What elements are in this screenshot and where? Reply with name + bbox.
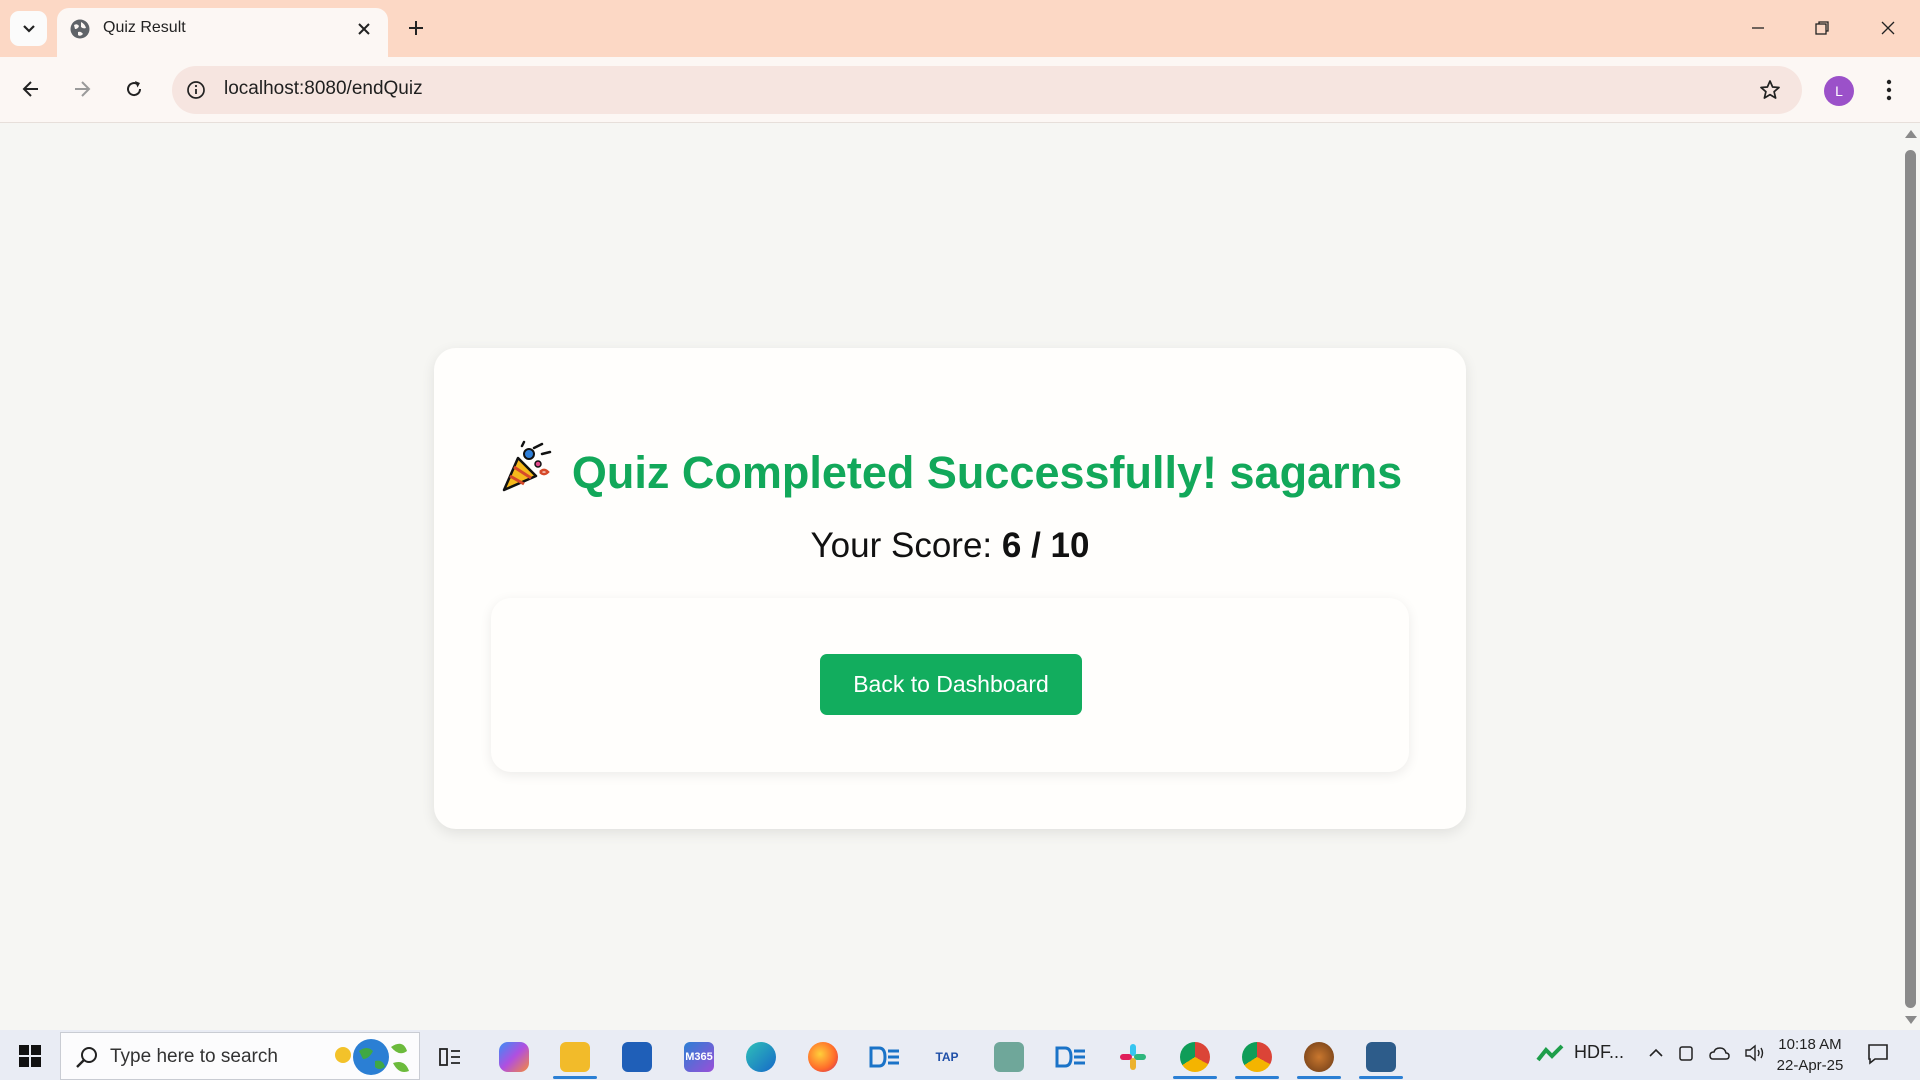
scroll-down-arrow-icon[interactable] xyxy=(1905,1016,1917,1024)
party-popper-icon xyxy=(502,440,552,492)
close-window-button[interactable] xyxy=(1868,8,1908,48)
heading-text: Quiz Completed Successfully! sagarns xyxy=(571,447,1403,498)
clock-date: 22-Apr-25 xyxy=(1776,1057,1844,1074)
scroll-up-arrow-icon[interactable] xyxy=(1905,130,1917,138)
result-card: Quiz Completed Successfully! sagarns You… xyxy=(434,348,1466,829)
slack-icon[interactable] xyxy=(1109,1035,1157,1079)
page-scrollbar[interactable] xyxy=(1900,124,1920,1030)
task-view-icon[interactable] xyxy=(426,1035,474,1079)
taskbar-clock[interactable]: 10:18 AM 22-Apr-25 xyxy=(1772,1034,1848,1076)
back-button[interactable] xyxy=(11,69,51,109)
clock-time: 10:18 AM xyxy=(1778,1036,1842,1053)
score-line: Your Score: 6 / 10 xyxy=(434,526,1466,566)
scroll-thumb[interactable] xyxy=(1905,150,1916,1008)
taskbar-search-box[interactable]: Type here to search xyxy=(60,1032,420,1080)
back-to-dashboard-button[interactable]: Back to Dashboard xyxy=(820,654,1082,715)
url-text[interactable]: localhost:8080/endQuiz xyxy=(224,78,423,100)
close-icon xyxy=(1881,21,1895,35)
stock-trend-icon xyxy=(1536,1044,1564,1061)
edge-icon[interactable] xyxy=(737,1035,785,1079)
restore-button[interactable] xyxy=(1802,8,1842,48)
minimize-button[interactable] xyxy=(1738,8,1778,48)
onedrive-cloud-icon[interactable] xyxy=(1708,1046,1730,1060)
browser-toolbar: localhost:8080/endQuiz L xyxy=(0,57,1920,123)
chatgpt-icon[interactable] xyxy=(985,1035,1033,1079)
firefox-icon[interactable] xyxy=(799,1035,847,1079)
site-info-icon[interactable] xyxy=(183,77,209,103)
notifications-icon[interactable] xyxy=(1866,1042,1890,1071)
bookmark-star-icon[interactable] xyxy=(1756,76,1784,104)
tab-title: Quiz Result xyxy=(103,19,186,36)
new-tab-button[interactable] xyxy=(400,12,432,44)
microsoft-store-icon[interactable] xyxy=(613,1035,661,1079)
score-label: Your Score: xyxy=(810,526,1002,565)
microsoft-365-icon[interactable]: M365 xyxy=(675,1035,723,1079)
app-badge-icon[interactable] xyxy=(1295,1035,1343,1079)
restore-icon xyxy=(1815,21,1829,35)
system-tray xyxy=(1648,1044,1766,1062)
reload-button[interactable] xyxy=(114,69,154,109)
more-menu-icon[interactable] xyxy=(1874,73,1904,107)
tab-quiz-result[interactable]: Quiz Result xyxy=(57,8,388,57)
mysql-workbench-icon[interactable] xyxy=(1357,1035,1405,1079)
chevron-up-icon[interactable] xyxy=(1648,1048,1664,1058)
arrow-right-icon xyxy=(75,81,91,97)
search-placeholder: Type here to search xyxy=(110,1046,278,1067)
tab-search-button[interactable] xyxy=(10,11,47,46)
earth-day-icon xyxy=(335,1039,409,1075)
taskbar: Type here to search M365 TAP HDF... 10:1… xyxy=(0,1030,1920,1080)
arrow-left-icon xyxy=(22,81,38,97)
copilot-icon[interactable] xyxy=(490,1035,538,1079)
tab-strip: Quiz Result xyxy=(0,0,1920,57)
file-explorer-icon[interactable] xyxy=(551,1035,599,1079)
stock-label: HDF... xyxy=(1574,1042,1625,1062)
chrome-icon[interactable] xyxy=(1233,1035,1281,1079)
reload-icon xyxy=(127,81,142,97)
result-heading: Quiz Completed Successfully! sagarns xyxy=(434,440,1466,499)
globe-icon xyxy=(70,19,90,39)
meet-now-icon[interactable] xyxy=(1678,1044,1694,1062)
close-tab-icon[interactable] xyxy=(352,17,376,41)
plus-icon xyxy=(409,21,423,35)
windows-logo-icon xyxy=(19,1045,41,1067)
devtools-app-1-icon[interactable] xyxy=(861,1035,909,1079)
tap-academy-icon[interactable]: TAP xyxy=(923,1035,971,1079)
actions-panel: Back to Dashboard xyxy=(491,598,1409,772)
address-bar[interactable]: localhost:8080/endQuiz xyxy=(172,66,1802,114)
start-button[interactable] xyxy=(10,1038,50,1074)
chevron-down-icon xyxy=(22,24,35,33)
minimize-icon xyxy=(1752,27,1764,29)
forward-button[interactable] xyxy=(62,69,102,109)
stock-widget[interactable]: HDF... xyxy=(1536,1042,1624,1063)
chrome-profile-icon[interactable] xyxy=(1171,1035,1219,1079)
search-icon xyxy=(76,1047,97,1068)
score-value: 6 / 10 xyxy=(1001,526,1090,565)
profile-avatar[interactable]: L xyxy=(1824,76,1854,106)
volume-icon[interactable] xyxy=(1744,1044,1766,1062)
devtools-app-2-icon[interactable] xyxy=(1047,1035,1095,1079)
